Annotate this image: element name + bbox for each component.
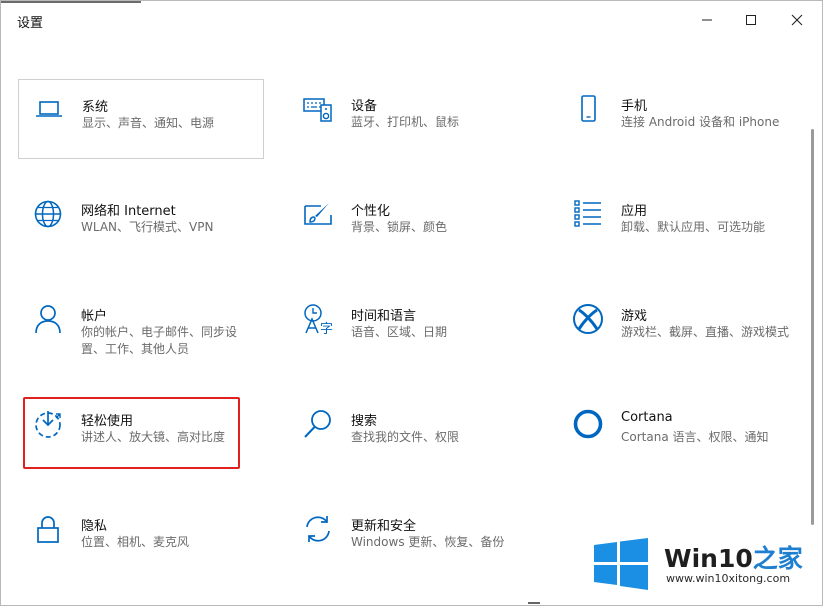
tile-description: Windows 更新、恢复、备份 [351, 535, 505, 549]
tile-title: 个性化 [351, 204, 391, 219]
watermark: Win10之家 www.win10xitong.com [590, 534, 822, 598]
tile-gaming[interactable]: 游戏 游戏栏、截屏、直播、游戏模式 [558, 289, 804, 369]
windows-logo-icon [592, 536, 650, 592]
tile-network[interactable]: 网络和 Internet WLAN、飞行模式、VPN [18, 184, 264, 264]
close-icon [791, 14, 803, 26]
laptop-icon [33, 94, 65, 126]
app-list-icon [572, 198, 604, 230]
lock-icon [32, 513, 64, 545]
tile-time-language[interactable]: 字 时间和语言 语音、区域、日期 [288, 289, 534, 369]
tile-title: 游戏 [621, 309, 648, 324]
tile-update-security[interactable]: 更新和安全 Windows 更新、恢复、备份 [288, 499, 534, 579]
tile-description: Cortana 语言、权限、通知 [621, 430, 769, 444]
tile-privacy[interactable]: 隐私 位置、相机、麦克风 [18, 499, 264, 579]
time-language-icon: 字 [302, 303, 334, 335]
tile-devices[interactable]: 设备 蓝牙、打印机、鼠标 [288, 79, 534, 159]
xbox-icon [572, 303, 604, 335]
tile-description: 语音、区域、日期 [351, 325, 448, 339]
search-icon [302, 408, 334, 440]
watermark-title: Win10之家 [664, 539, 803, 575]
maximize-icon [746, 15, 756, 25]
tile-description: 卸载、默认应用、可选功能 [621, 220, 766, 234]
tile-title: 应用 [621, 204, 648, 219]
tile-title: 系统 [82, 100, 109, 115]
tile-phone[interactable]: 手机 连接 Android 设备和 iPhone [558, 79, 804, 159]
minimize-button[interactable] [684, 1, 730, 39]
tile-cortana[interactable]: Cortana Cortana 语言、权限、通知 [558, 394, 804, 474]
tile-description: 连接 Android 设备和 iPhone [621, 115, 780, 129]
tile-system[interactable]: 系统 显示、声音、通知、电源 [18, 79, 264, 159]
tile-title: 帐户 [81, 309, 108, 324]
tile-title: 搜索 [351, 414, 378, 429]
maximize-button[interactable] [728, 1, 774, 39]
tile-title: Cortana [621, 410, 673, 425]
tile-title: 网络和 Internet [81, 204, 176, 219]
globe-icon [32, 198, 64, 230]
tile-search[interactable]: 搜索 查找我的文件、权限 [288, 394, 534, 474]
tile-description: 游戏栏、截屏、直播、游戏模式 [621, 325, 790, 339]
minimize-icon [702, 19, 712, 21]
watermark-title-suffix: 之家 [752, 544, 803, 573]
tile-title: 时间和语言 [351, 309, 417, 324]
tile-personalization[interactable]: 个性化 背景、锁屏、颜色 [288, 184, 534, 264]
tile-description: WLAN、飞行模式、VPN [81, 220, 214, 234]
phone-icon [572, 93, 604, 125]
tile-description: 背景、锁屏、颜色 [351, 220, 448, 234]
cortana-icon [572, 408, 604, 440]
tile-apps[interactable]: 应用 卸载、默认应用、可选功能 [558, 184, 804, 264]
bottom-edge-mark [528, 602, 540, 604]
svg-text:字: 字 [320, 322, 333, 335]
paint-brush-icon [302, 198, 334, 230]
window-title: 设置 [17, 16, 44, 31]
tile-description: 你的帐户、电子邮件、同步设置、工作、其他人员 [81, 325, 238, 356]
sync-icon [302, 513, 334, 545]
tile-title: 更新和安全 [351, 519, 417, 534]
tile-accounts[interactable]: 帐户 你的帐户、电子邮件、同步设置、工作、其他人员 [18, 289, 264, 369]
tile-title: 隐私 [81, 519, 108, 534]
title-bar[interactable]: 设置 [1, 1, 822, 39]
tile-title: 设备 [351, 99, 378, 114]
watermark-url: www.win10xitong.com [666, 572, 791, 585]
close-button[interactable] [774, 1, 820, 39]
tile-description: 查找我的文件、权限 [351, 430, 460, 444]
person-icon [32, 303, 64, 335]
tile-description: 显示、声音、通知、电源 [82, 116, 215, 130]
tile-description: 位置、相机、麦克风 [81, 535, 190, 549]
settings-window: 设置 系统 显示、声音、通知、电源 设备 蓝牙、打印机、鼠标 手机 连接 And… [0, 0, 823, 606]
keyboard-speaker-icon [302, 93, 334, 125]
scrollbar[interactable] [811, 129, 814, 525]
tile-description: 蓝牙、打印机、鼠标 [351, 115, 460, 129]
tile-title: 手机 [621, 99, 648, 114]
watermark-title-prefix: Win10 [664, 544, 753, 573]
highlight-box [23, 397, 240, 469]
